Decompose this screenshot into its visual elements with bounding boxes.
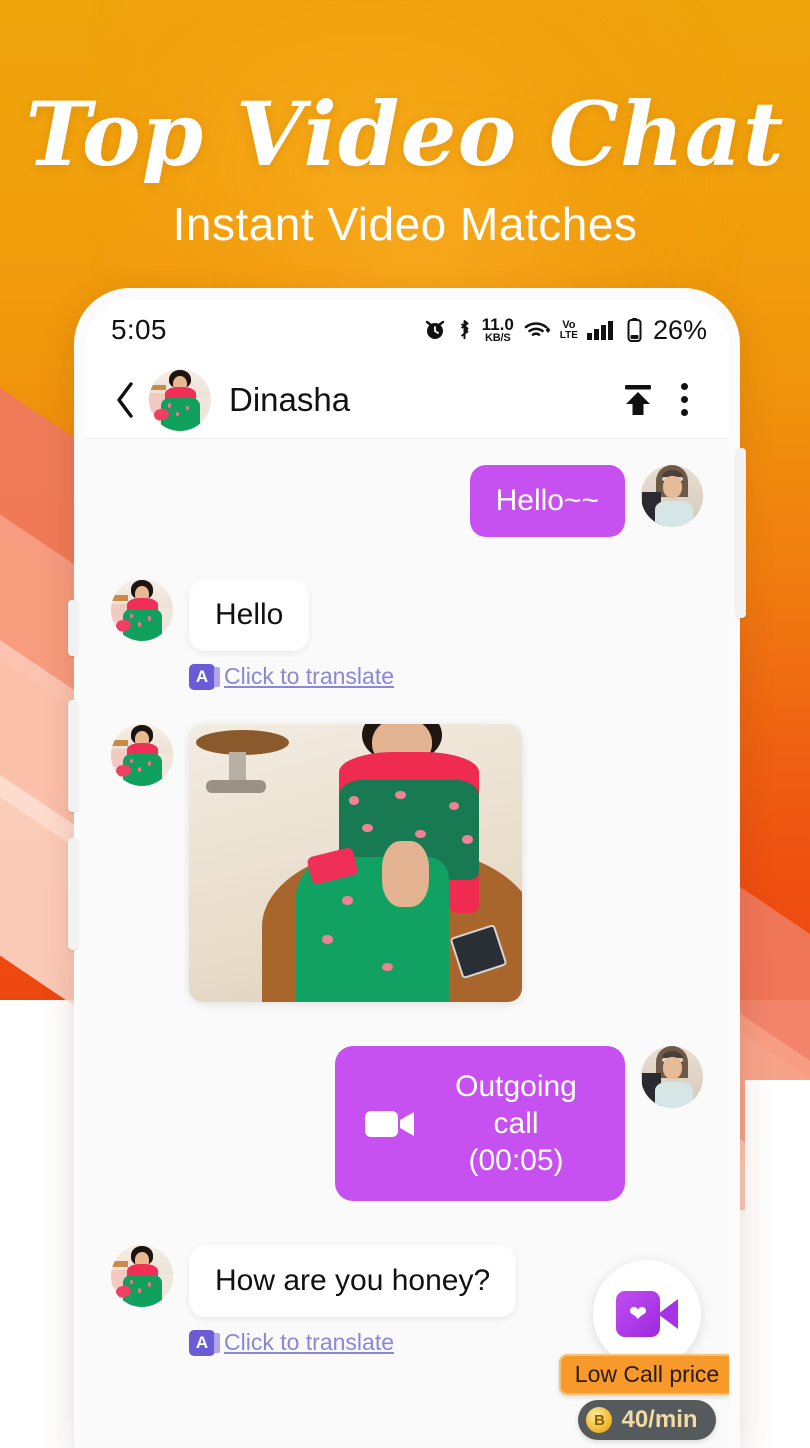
app-bar: Dinasha xyxy=(85,361,729,439)
message-bubble-incoming[interactable]: How are you honey? xyxy=(189,1245,517,1317)
call-duration: (00:05) xyxy=(468,1144,564,1177)
coin-icon: B xyxy=(586,1407,613,1433)
background-mask-right xyxy=(745,1080,810,1440)
avatar-image xyxy=(641,465,703,527)
status-time: 5:05 xyxy=(111,314,167,345)
chat-row-incoming-image xyxy=(85,724,729,1002)
bluetooth-icon xyxy=(460,320,469,339)
signal-bars-icon xyxy=(586,321,613,340)
avatar-image xyxy=(111,724,173,786)
avatar-image xyxy=(149,368,211,431)
phone-mockup: 5:05 11.0 KB/S Vo LTE 26% Dinasha Hello~… xyxy=(68,288,746,1448)
phone-button-left-2[interactable] xyxy=(68,700,78,812)
translate-a-icon: A xyxy=(189,663,220,690)
network-speed-value: 11.0 xyxy=(481,315,514,334)
avatar-image xyxy=(111,1245,173,1307)
phone-screen: 5:05 11.0 KB/S Vo LTE 26% Dinasha Hello~… xyxy=(85,299,729,1448)
battery-percent: 26% xyxy=(652,314,707,345)
battery-icon xyxy=(627,318,642,342)
volte-bottom: LTE xyxy=(559,329,578,341)
chevron-left-icon xyxy=(117,381,133,418)
call-rate-badge: B 40/min xyxy=(578,1400,716,1440)
volte-top: Vo xyxy=(562,318,576,331)
peer-avatar[interactable] xyxy=(111,579,173,641)
peer-name: Dinasha xyxy=(229,380,351,418)
status-icons: 11.0 KB/S Vo LTE 26% xyxy=(423,315,707,346)
chat-row-outgoing-text: Hello~~ xyxy=(85,465,729,537)
message-bubble-outgoing[interactable]: Hello~~ xyxy=(469,465,625,537)
self-avatar[interactable] xyxy=(641,1046,703,1108)
avatar-image xyxy=(641,1046,703,1108)
phone-button-left-3[interactable] xyxy=(68,838,78,950)
alarm-icon xyxy=(425,320,444,339)
video-heart-icon: ❤ xyxy=(616,1291,678,1337)
network-speed: 11.0 KB/S xyxy=(482,316,514,344)
translate-a-icon: A xyxy=(189,1329,220,1356)
promo-subtitle: Instant Video Matches xyxy=(172,198,638,250)
peer-avatar[interactable] xyxy=(111,1245,173,1307)
phone-button-left-1[interactable] xyxy=(68,600,78,656)
status-bar: 5:05 11.0 KB/S Vo LTE 26% xyxy=(85,299,729,361)
call-rate-text: 40/min xyxy=(621,1406,698,1433)
fab-circle[interactable]: ❤ xyxy=(593,1260,701,1368)
translate-label[interactable]: Click to translate xyxy=(224,1329,394,1356)
chat-group-incoming-hello: Hello A Click to translate xyxy=(85,579,729,690)
translate-action[interactable]: A Click to translate xyxy=(189,663,729,690)
message-image[interactable] xyxy=(189,724,522,1002)
low-call-price-badge: Low Call price xyxy=(558,1354,729,1395)
wifi-icon xyxy=(524,322,551,336)
pin-button[interactable] xyxy=(615,377,661,423)
chat-message-list[interactable]: Hello~~ Hello A Click to translate Outgo… xyxy=(85,439,729,1448)
promo-headline: Top Video Chat Instant Video Matches xyxy=(0,86,810,252)
overflow-menu-button[interactable] xyxy=(661,377,707,423)
network-speed-unit: KB/S xyxy=(484,332,511,344)
self-avatar[interactable] xyxy=(641,465,703,527)
call-title: Outgoing call xyxy=(455,1070,577,1140)
message-bubble-incoming[interactable]: Hello xyxy=(189,579,310,651)
video-call-fab[interactable]: ❤ Low Call price B 40/min xyxy=(558,1260,729,1440)
avatar-image xyxy=(111,579,173,641)
phone-button-right-power[interactable] xyxy=(736,448,746,618)
video-camera-icon xyxy=(365,1110,414,1137)
back-button[interactable] xyxy=(105,378,145,422)
promo-title: Top Video Chat xyxy=(25,82,785,186)
chat-row-incoming-text: Hello xyxy=(85,579,729,651)
volte-icon: Vo LTE xyxy=(559,318,578,341)
translate-label[interactable]: Click to translate xyxy=(224,663,394,690)
more-vertical-icon xyxy=(680,383,688,416)
photo-content xyxy=(189,724,522,1002)
arrow-up-to-bar-icon xyxy=(625,384,651,415)
chat-row-outgoing-call: Outgoing call (00:05) xyxy=(85,1046,729,1201)
message-bubble-call[interactable]: Outgoing call (00:05) xyxy=(335,1046,625,1201)
peer-avatar[interactable] xyxy=(111,724,173,786)
call-text: Outgoing call (00:05) xyxy=(437,1068,595,1179)
peer-avatar[interactable] xyxy=(149,368,211,431)
